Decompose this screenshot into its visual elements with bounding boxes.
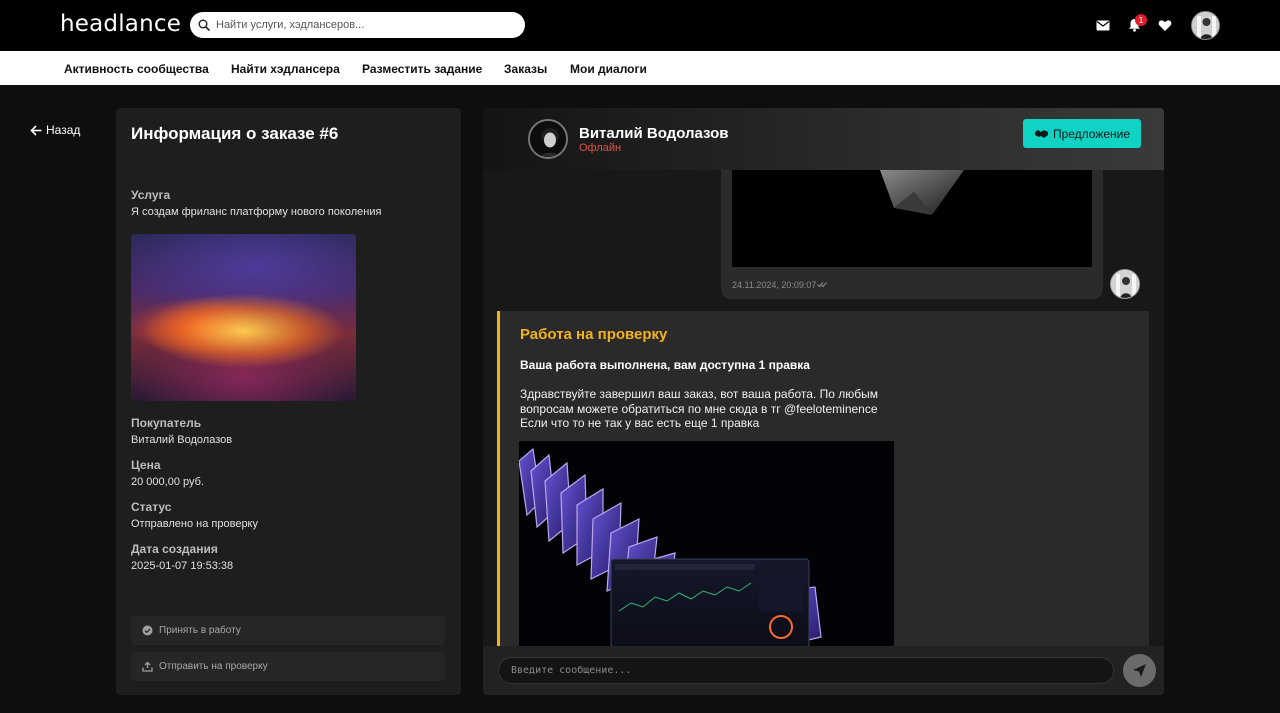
price-label: Цена bbox=[131, 458, 161, 472]
send-icon bbox=[1133, 664, 1146, 677]
service-label: Услуга bbox=[131, 188, 171, 202]
accept-work-button[interactable]: Принять в работу bbox=[131, 616, 445, 645]
buyer-value: Виталий Водолазов bbox=[131, 434, 233, 446]
chat-panel: Виталий Водолазов Офлайн Предложение 24.… bbox=[483, 108, 1164, 695]
check-circle-icon bbox=[142, 625, 153, 636]
status-label: Статус bbox=[131, 500, 172, 514]
upload-icon bbox=[142, 661, 153, 672]
offer-button[interactable]: Предложение bbox=[1023, 119, 1141, 148]
review-body-line: Если что то не так у вас есть еще 1 прав… bbox=[520, 416, 760, 430]
buyer-label: Покупатель bbox=[131, 416, 202, 430]
date-label: Дата создания bbox=[131, 542, 218, 556]
nav-orders[interactable]: Заказы bbox=[504, 62, 547, 76]
logo[interactable]: headlance bbox=[60, 11, 181, 37]
work-review-message: Работа на проверку Ваша работа выполнена… bbox=[497, 311, 1149, 647]
mail-icon[interactable] bbox=[1095, 17, 1111, 33]
handshake-icon bbox=[1034, 129, 1048, 138]
sender-avatar bbox=[1110, 269, 1140, 299]
status-value: Отправлено на проверку bbox=[131, 518, 258, 530]
double-check-icon bbox=[817, 282, 828, 288]
heart-icon[interactable] bbox=[1157, 17, 1173, 33]
user-avatar[interactable] bbox=[1191, 11, 1220, 40]
search-bar[interactable] bbox=[190, 12, 525, 38]
message-input[interactable] bbox=[498, 657, 1114, 684]
date-value: 2025-01-07 19:53:38 bbox=[131, 560, 234, 572]
send-button[interactable] bbox=[1123, 654, 1156, 687]
notification-badge: 1 bbox=[1135, 14, 1147, 26]
service-image bbox=[131, 234, 356, 401]
review-body-line: вопросам можете обратиться по мне сюда в… bbox=[520, 401, 878, 416]
review-subtitle: Ваша работа выполнена, вам доступна 1 пр… bbox=[520, 358, 810, 372]
accept-work-label: Принять в работу bbox=[159, 625, 241, 636]
search-icon bbox=[198, 19, 210, 31]
price-value: 20 000,00 руб. bbox=[131, 476, 204, 488]
nav-my-dialogs[interactable]: Мои диалоги bbox=[570, 62, 647, 76]
review-body: Здравствуйте завершил ваш заказ, вот ваш… bbox=[520, 387, 890, 431]
main-nav: Активность сообщества Найти хэдлансера Р… bbox=[0, 51, 1280, 85]
order-info-panel: Информация о заказе #6 Услуга Я создам ф… bbox=[116, 108, 461, 695]
chat-input-bar bbox=[483, 646, 1164, 695]
nav-community-activity[interactable]: Активность сообщества bbox=[64, 62, 209, 76]
nav-find-freelancer[interactable]: Найти хэдлансера bbox=[231, 62, 340, 76]
chat-contact-status: Офлайн bbox=[579, 142, 622, 154]
top-bar: headlance 1 bbox=[0, 0, 1280, 51]
chat-header: Виталий Водолазов Офлайн Предложение bbox=[483, 108, 1164, 170]
back-button[interactable]: Назад bbox=[30, 123, 80, 137]
arrow-left-icon bbox=[30, 124, 42, 136]
previous-message-time: 24.11.2024, 20:09:07 bbox=[732, 280, 828, 290]
review-work-image[interactable] bbox=[519, 441, 894, 647]
nav-post-task[interactable]: Разместить задание bbox=[362, 62, 482, 76]
previous-message: 24.11.2024, 20:09:07 bbox=[721, 170, 1103, 299]
submit-for-review-label: Отправить на проверку bbox=[159, 661, 268, 672]
review-title: Работа на проверку bbox=[520, 326, 668, 343]
review-body-line: Здравствуйте завершил ваш заказ, вот ваш… bbox=[520, 387, 878, 401]
chat-contact-name: Виталий Водолазов bbox=[579, 125, 729, 142]
offer-button-label: Предложение bbox=[1052, 126, 1131, 141]
chat-contact-avatar[interactable] bbox=[528, 119, 568, 159]
service-value: Я создам фриланс платформу нового поколе… bbox=[131, 206, 382, 218]
search-input[interactable] bbox=[216, 19, 506, 31]
back-label: Назад bbox=[46, 123, 81, 137]
order-title: Информация о заказе #6 bbox=[131, 124, 339, 143]
submit-for-review-button[interactable]: Отправить на проверку bbox=[131, 652, 445, 681]
previous-message-image[interactable] bbox=[732, 170, 1092, 267]
